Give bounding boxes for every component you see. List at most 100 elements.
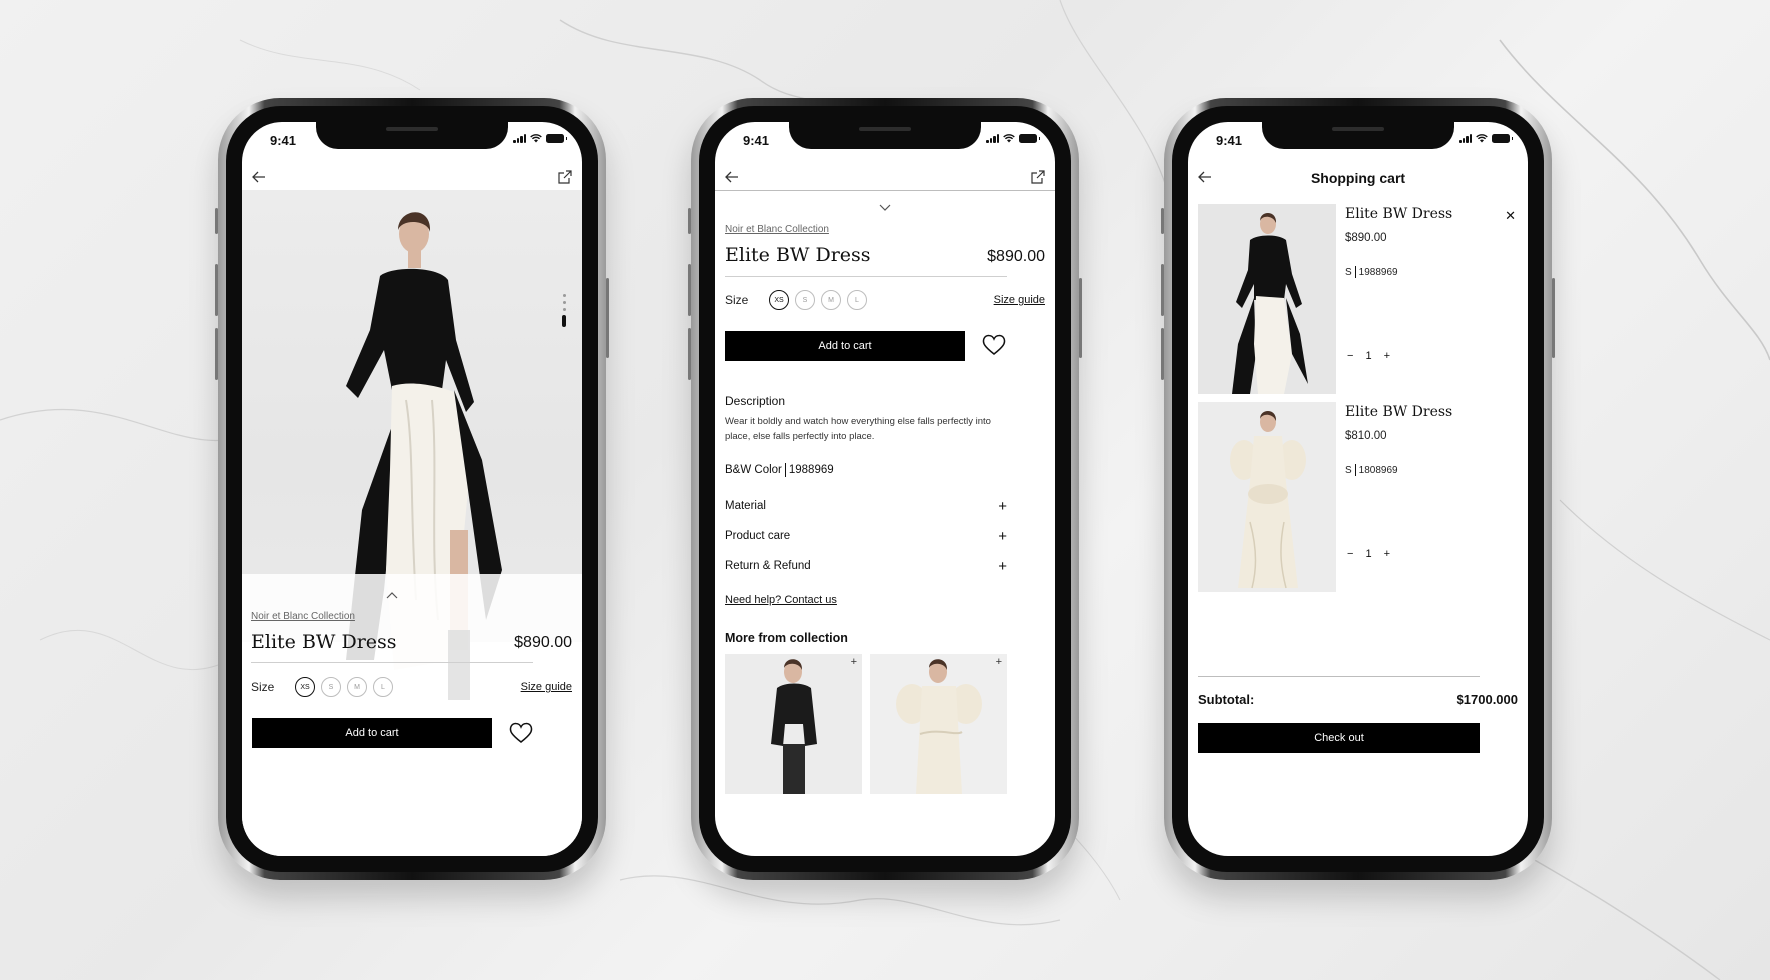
phone-details: 9:41 Noir et Blanc Collection Elite BW D…: [688, 98, 1082, 880]
size-option-s[interactable]: S: [321, 677, 341, 697]
minus-icon[interactable]: −: [1347, 350, 1353, 362]
quantity-stepper: − 1 +: [1347, 548, 1390, 560]
close-icon[interactable]: ✕: [1505, 208, 1516, 224]
cream-dress-illustration: [1230, 410, 1306, 589]
product-title: Elite BW Dress: [251, 631, 397, 653]
add-to-cart-button[interactable]: Add to cart: [252, 718, 492, 748]
add-to-cart-button[interactable]: Add to cart: [725, 331, 965, 361]
color-code: 1988969: [788, 464, 834, 476]
top-nav: [715, 158, 1055, 198]
plus-icon: +: [998, 557, 1007, 575]
details-screen: 9:41 Noir et Blanc Collection Elite BW D…: [715, 122, 1055, 856]
color-info: B&W Color 1988969: [725, 463, 834, 477]
cart-item-size: S: [1345, 464, 1352, 476]
status-time: 9:41: [1216, 133, 1243, 148]
cart-item-image[interactable]: [1198, 204, 1336, 394]
heart-icon[interactable]: [981, 332, 1007, 358]
variant-separator: [1354, 266, 1356, 278]
cart-item-price: $810.00: [1345, 430, 1387, 442]
cart-item-price: $890.00: [1345, 232, 1387, 244]
collection-item-1[interactable]: +: [725, 654, 862, 794]
phone-mute-switch: [1161, 208, 1164, 234]
collection-link[interactable]: Noir et Blanc Collection: [725, 224, 829, 235]
plus-icon: +: [998, 497, 1007, 515]
cream-look-illustration: [896, 659, 982, 794]
collection-item-2[interactable]: +: [870, 654, 1007, 794]
signal-icon: [986, 134, 999, 143]
page-title: Shopping cart: [1310, 170, 1406, 186]
accordion-label: Product care: [725, 530, 791, 542]
cart-item-code: 1808969: [1358, 464, 1398, 476]
heart-icon[interactable]: [508, 720, 534, 746]
signal-icon: [1459, 134, 1472, 143]
product-screen: 9:41 Noir et Blanc Collection Elite BW D…: [242, 122, 582, 856]
wifi-icon: [530, 134, 542, 143]
product-price: $890.00: [514, 634, 572, 651]
accordion-label: Return & Refund: [725, 560, 811, 572]
phone-volume-down: [688, 328, 691, 380]
carousel-indicator[interactable]: [562, 294, 566, 327]
arrow-left-icon[interactable]: [721, 166, 743, 188]
phone-volume-up: [688, 264, 691, 316]
size-option-xs[interactable]: XS: [295, 677, 315, 697]
size-option-l[interactable]: L: [373, 677, 393, 697]
product-price: $890.00: [987, 248, 1045, 265]
status-time: 9:41: [743, 133, 770, 148]
add-icon[interactable]: +: [851, 656, 857, 668]
wifi-icon: [1476, 134, 1488, 143]
accordion-product-care[interactable]: Product care +: [725, 521, 1007, 551]
size-option-s[interactable]: S: [795, 290, 815, 310]
nav-divider: [715, 190, 1055, 191]
cart-item-image[interactable]: [1198, 402, 1336, 592]
external-link-icon[interactable]: [554, 166, 576, 188]
arrow-left-icon[interactable]: [248, 166, 270, 188]
collection-link[interactable]: Noir et Blanc Collection: [251, 611, 355, 622]
bw-dress-illustration: [1232, 212, 1308, 394]
size-guide-link[interactable]: Size guide: [521, 681, 572, 693]
add-icon[interactable]: +: [996, 656, 1002, 668]
size-option-l[interactable]: L: [847, 290, 867, 310]
minus-icon[interactable]: −: [1347, 548, 1353, 560]
phone-mute-switch: [215, 208, 218, 234]
plus-icon[interactable]: +: [1384, 350, 1390, 362]
accordion-material[interactable]: Material +: [725, 491, 1007, 521]
size-option-m[interactable]: M: [821, 290, 841, 310]
chevron-down-icon[interactable]: [879, 204, 891, 211]
accordion-label: Material: [725, 500, 766, 512]
description-heading: Description: [725, 394, 786, 408]
cart-screen: 9:41 Shopping cart Elite BW Dress ✕ $890…: [1188, 122, 1528, 856]
quantity-value: 1: [1365, 548, 1372, 560]
top-nav: Shopping cart: [1188, 158, 1528, 198]
phone-volume-down: [215, 328, 218, 380]
signal-icon: [513, 134, 526, 143]
checkout-button[interactable]: Check out: [1198, 723, 1480, 753]
divider: [251, 662, 533, 663]
quantity-value: 1: [1365, 350, 1372, 362]
cart-item-variant: S 1988969: [1345, 266, 1398, 278]
color-separator: [784, 463, 786, 477]
product-title: Elite BW Dress: [725, 244, 871, 266]
external-link-icon[interactable]: [1027, 166, 1049, 188]
cart-item-size: S: [1345, 266, 1352, 278]
battery-icon: [1492, 134, 1513, 143]
jacket-look-illustration: [771, 659, 817, 794]
cart-item-name: Elite BW Dress: [1345, 404, 1453, 420]
help-link[interactable]: Need help? Contact us: [725, 594, 837, 606]
divider: [725, 276, 1007, 277]
product-info-sheet: Noir et Blanc Collection Elite BW Dress …: [242, 574, 582, 856]
notch: [1262, 122, 1454, 149]
variant-separator: [1354, 464, 1356, 476]
phone-volume-up: [1161, 264, 1164, 316]
accordion-return-refund[interactable]: Return & Refund +: [725, 551, 1007, 581]
plus-icon[interactable]: +: [1384, 548, 1390, 560]
battery-icon: [1019, 134, 1040, 143]
size-guide-link[interactable]: Size guide: [994, 294, 1045, 306]
size-option-xs[interactable]: XS: [769, 290, 789, 310]
cart-item-variant: S 1808969: [1345, 464, 1398, 476]
phone-volume-up: [215, 264, 218, 316]
subtotal-divider: [1198, 676, 1480, 677]
cart-item-name: Elite BW Dress: [1345, 206, 1453, 222]
chevron-up-icon[interactable]: [386, 592, 398, 599]
size-option-m[interactable]: M: [347, 677, 367, 697]
phone-product: 9:41 Noir et Blanc Collection Elite BW D…: [215, 98, 609, 880]
